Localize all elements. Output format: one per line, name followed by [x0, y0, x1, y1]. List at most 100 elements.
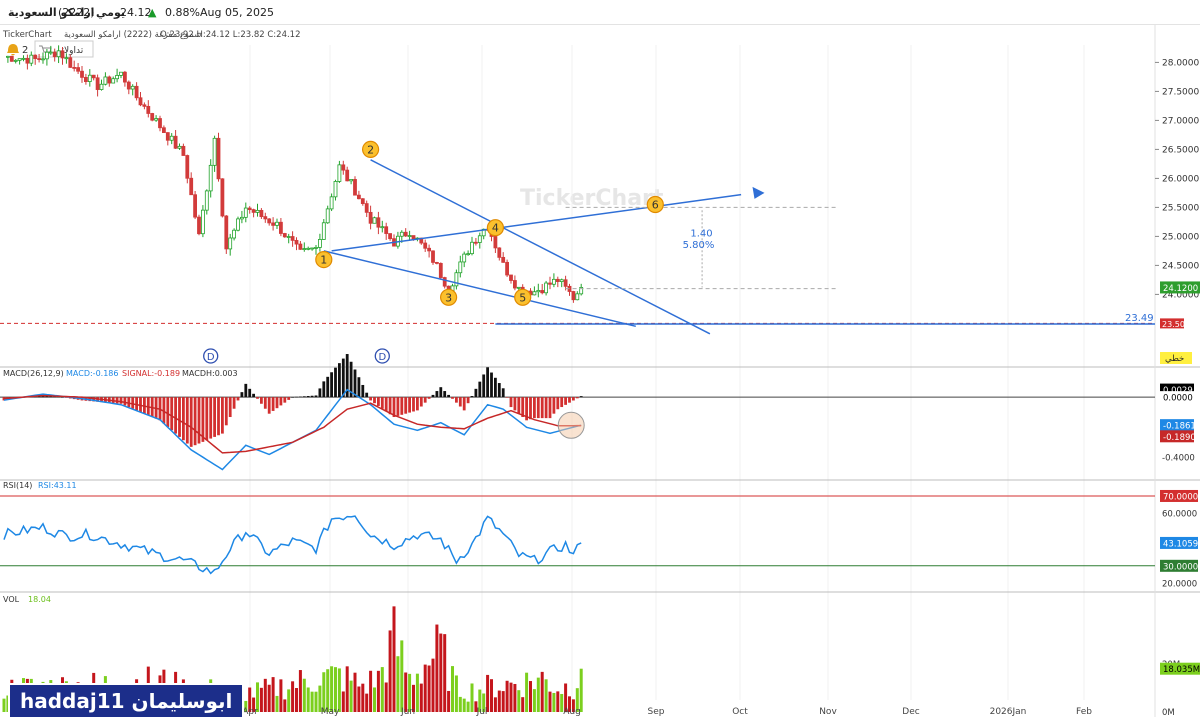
candle-body	[263, 216, 268, 220]
x-tick-label: May	[321, 707, 340, 717]
candle-body	[552, 278, 556, 285]
candle-body	[434, 262, 439, 264]
volume-bar	[505, 680, 509, 712]
macd-histogram-bar	[193, 397, 197, 446]
candle-body	[341, 164, 346, 171]
macd-histogram-bar	[256, 397, 259, 399]
rsi-value: RSI:43.11	[38, 481, 77, 490]
candle-body	[243, 207, 248, 218]
candle-body	[505, 261, 510, 276]
macd-histogram-bar	[462, 397, 466, 411]
candle-body	[220, 178, 225, 217]
volume-bar	[466, 701, 470, 712]
macd-histogram-bar	[115, 397, 119, 404]
macd-histogram-bar	[197, 397, 201, 444]
wave-label-2: 2	[367, 143, 374, 156]
x-tick-label: Oct	[732, 707, 748, 717]
candle-body	[17, 58, 22, 61]
candle-body	[224, 215, 229, 250]
macd-histogram-bar	[119, 397, 123, 404]
macd-histogram-bar	[396, 397, 400, 416]
macd-histogram-bar	[544, 397, 548, 419]
macd-histogram-bar	[314, 395, 318, 398]
macd-histogram-bar	[271, 397, 275, 411]
volume-bar	[400, 640, 404, 712]
candle-body	[193, 194, 198, 218]
macd-histogram-bar	[283, 397, 287, 403]
macd-histogram-bar	[572, 397, 575, 401]
volume-bar	[470, 683, 474, 712]
macd-histogram-bar	[267, 397, 271, 414]
candle-body	[247, 207, 252, 211]
macd-histogram-bar	[447, 394, 450, 398]
macd-histogram-bar	[228, 397, 232, 418]
macd-histogram-bar	[529, 397, 532, 420]
volume-bar	[415, 673, 419, 712]
candle-body	[575, 293, 580, 301]
candle-body	[197, 216, 201, 235]
author-watermark: haddaj11 ابوسليمان	[8, 683, 245, 719]
candle-body	[37, 58, 41, 60]
macd-histogram-bar	[244, 383, 248, 398]
candle-body	[329, 196, 334, 210]
x-tick-label: Apr	[242, 707, 258, 717]
volume-bar	[513, 683, 517, 712]
volume-bar	[525, 672, 529, 712]
macd-histogram-bar	[509, 397, 513, 408]
candle-body	[68, 57, 73, 68]
price-chart[interactable]: TickerChart TickerChart شموع مفرغة (2222…	[0, 0, 1200, 717]
ohlc-readout: O:23.92 H:24.12 L:23.82 C:24.12	[160, 30, 301, 40]
candle-body	[458, 261, 463, 274]
macd-histogram-bar	[416, 397, 419, 411]
candle-body	[185, 155, 190, 179]
rsi-70-badge: 70.0000	[1163, 492, 1198, 502]
candle-body	[165, 132, 170, 141]
volume-bar	[345, 666, 349, 712]
line-style-button[interactable]: خطي	[1165, 354, 1184, 364]
macd-histogram-bar	[377, 397, 380, 406]
candle-body	[571, 291, 576, 301]
volume-bar	[259, 687, 263, 712]
candle-body	[532, 291, 537, 296]
candle-body	[21, 57, 26, 60]
candle-body	[161, 127, 166, 133]
macd-histogram-bar	[170, 397, 174, 431]
macd-histogram-bar	[232, 397, 236, 409]
candle-body	[497, 247, 502, 258]
measure-pct-label: 5.80%	[683, 240, 715, 251]
candle-body	[29, 54, 34, 64]
candle-body	[204, 190, 209, 211]
candle-body	[60, 50, 65, 59]
macd-histogram-bar	[221, 397, 224, 434]
volume-bar	[579, 668, 583, 712]
x-tick-label: Sep	[648, 707, 665, 717]
macd-histogram-bar	[166, 397, 170, 427]
candle-body	[115, 75, 119, 80]
candle-body	[516, 286, 521, 289]
volume-bar	[493, 697, 497, 712]
volume-bar	[353, 672, 357, 712]
x-tick-label: Aug	[563, 707, 581, 717]
candle-body	[290, 236, 295, 241]
candle-body	[173, 135, 178, 149]
macd-histogram-bar	[564, 397, 567, 405]
candle-body	[33, 54, 38, 59]
volume-bar	[431, 658, 435, 712]
volume-bar	[517, 690, 521, 712]
candle-body	[317, 239, 322, 248]
signal-badge: -0.1890	[1163, 433, 1196, 443]
candle-body	[267, 218, 272, 224]
candle-body	[325, 208, 330, 224]
candle-body	[364, 203, 369, 213]
x-tick-label: Nov	[819, 707, 837, 717]
candle-body	[282, 233, 287, 238]
volume-bar	[521, 697, 525, 712]
volume-bar	[451, 666, 454, 712]
candle-body	[52, 51, 57, 58]
candle-body	[462, 253, 467, 263]
candle-body	[45, 51, 49, 60]
macd-histogram-bar	[513, 397, 517, 411]
macd-tick-label: -0.4000	[1162, 453, 1195, 463]
candle-body	[99, 83, 104, 90]
volume-bar	[334, 667, 337, 712]
